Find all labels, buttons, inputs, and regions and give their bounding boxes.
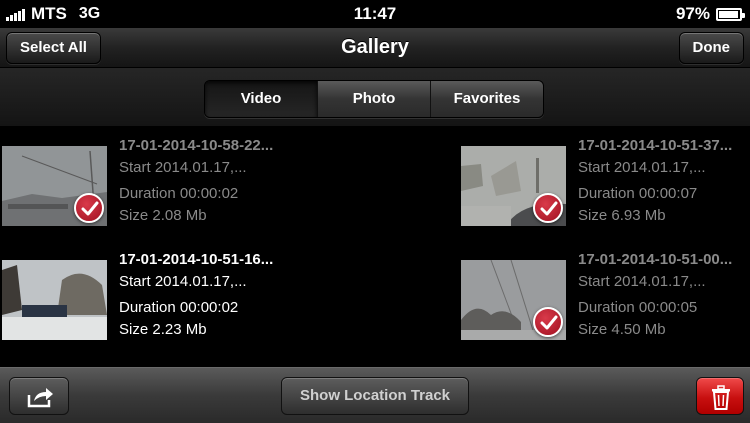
media-type-segmented-control: Video Photo Favorites [204, 80, 544, 118]
checkmark-icon [533, 193, 563, 223]
bottom-toolbar: Show Location Track [0, 367, 750, 423]
tab-photo[interactable]: Photo [318, 81, 431, 117]
tab-video[interactable]: Video [205, 81, 318, 117]
video-item[interactable]: 17-01-2014-10-58-22... Start 2014.01.17,… [0, 127, 375, 242]
video-title: 17-01-2014-10-51-37... [578, 137, 733, 154]
status-time: 11:47 [353, 4, 397, 23]
navigation-bar: Select All Gallery Done [0, 28, 750, 68]
checkmark-icon [74, 193, 104, 223]
done-button[interactable]: Done [678, 32, 744, 64]
video-duration: Duration 00:00:07 [578, 185, 698, 202]
video-list: 17-01-2014-10-58-22... Start 2014.01.17,… [0, 127, 750, 367]
battery-icon [716, 7, 745, 21]
video-start: Start 2014.01.17,... [119, 159, 247, 176]
show-location-track-button[interactable]: Show Location Track [281, 377, 469, 415]
page-title: Gallery [341, 36, 409, 58]
video-duration: Duration 00:00:02 [119, 185, 239, 202]
status-bar: MTS 3G 11:47 97% [0, 0, 750, 28]
video-title: 17-01-2014-10-51-16... [119, 251, 274, 268]
video-title: 17-01-2014-10-51-00... [578, 251, 733, 268]
share-icon [27, 388, 53, 408]
delete-button[interactable] [696, 377, 744, 415]
share-button[interactable] [9, 377, 69, 415]
video-thumbnail[interactable] [2, 146, 107, 226]
video-item[interactable]: 17-01-2014-10-51-16... Start 2014.01.17,… [0, 241, 375, 356]
video-size: Size 2.08 Mb [119, 207, 207, 224]
battery-percentage: 97% [675, 4, 710, 23]
video-start: Start 2014.01.17,... [578, 159, 706, 176]
video-title: 17-01-2014-10-58-22... [119, 137, 274, 154]
video-start: Start 2014.01.17,... [578, 273, 706, 290]
video-start: Start 2014.01.17,... [119, 273, 247, 290]
video-thumbnail[interactable] [461, 260, 566, 340]
video-size: Size 4.50 Mb [578, 321, 666, 338]
video-duration: Duration 00:00:02 [119, 299, 239, 316]
trash-icon [712, 385, 730, 410]
video-thumbnail[interactable] [2, 260, 107, 340]
video-size: Size 2.23 Mb [119, 321, 207, 338]
video-item[interactable]: 17-01-2014-10-51-37... Start 2014.01.17,… [375, 127, 750, 242]
tab-favorites[interactable]: Favorites [431, 81, 543, 117]
checkmark-icon [533, 307, 563, 337]
segment-bar: Video Photo Favorites [0, 68, 750, 126]
video-thumbnail[interactable] [461, 146, 566, 226]
video-duration: Duration 00:00:05 [578, 299, 698, 316]
video-item[interactable]: 17-01-2014-10-51-00... Start 2014.01.17,… [375, 241, 750, 356]
video-size: Size 6.93 Mb [578, 207, 666, 224]
